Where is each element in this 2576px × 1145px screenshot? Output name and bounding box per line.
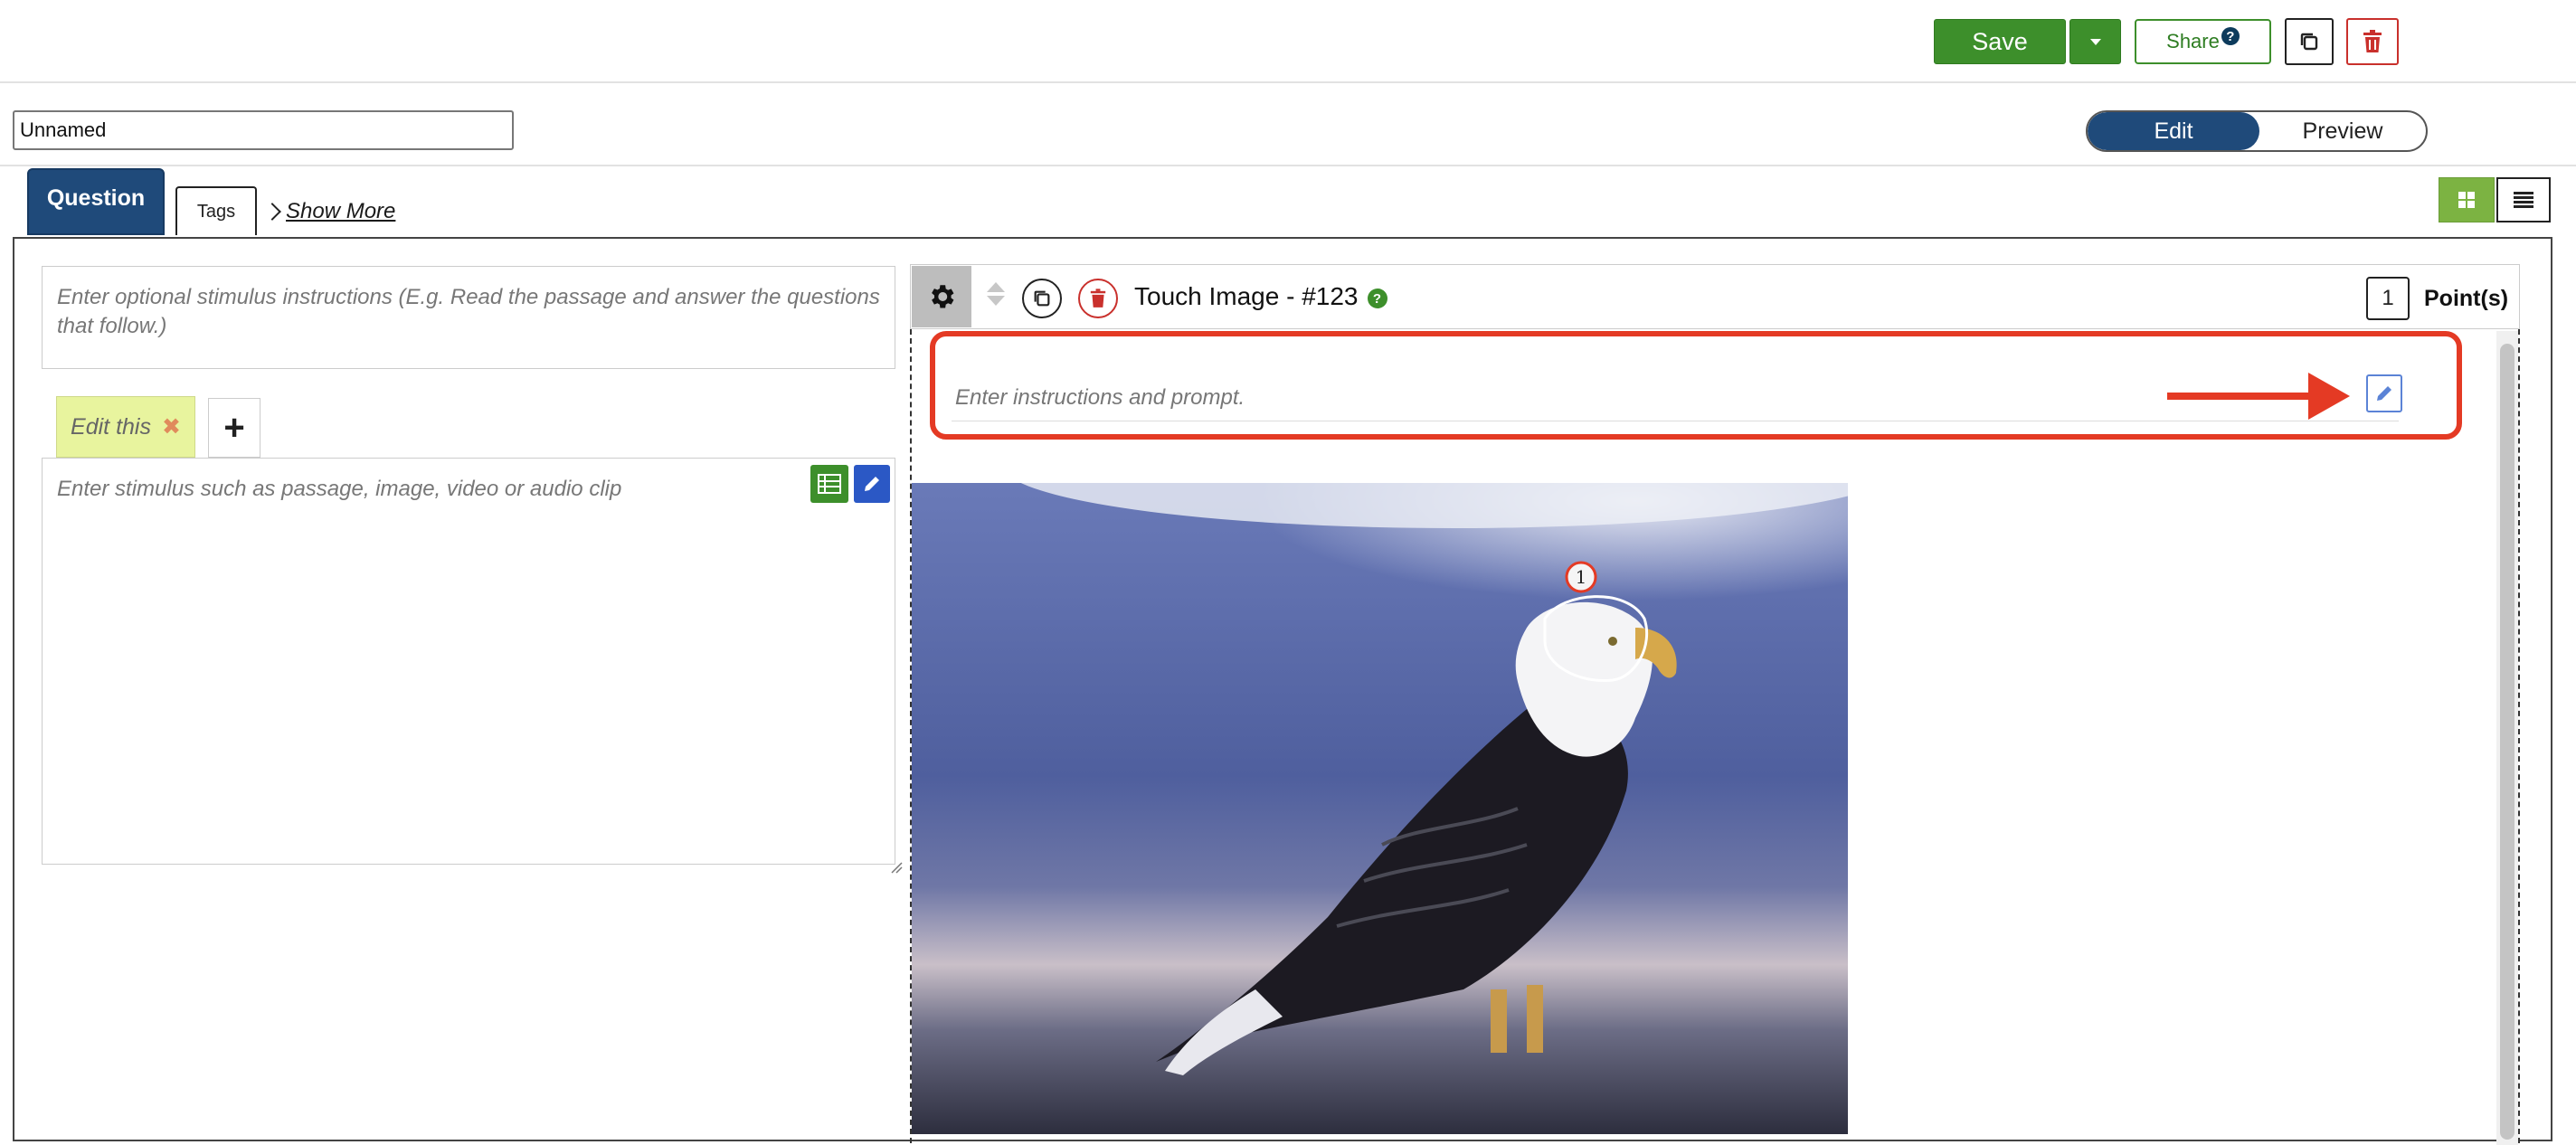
show-more-link[interactable]: Show More (263, 199, 396, 224)
grid-icon (2458, 192, 2475, 208)
duplicate-button[interactable] (2285, 18, 2334, 65)
chevron-right-icon (263, 203, 281, 221)
points-label: Point(s) (2424, 286, 2509, 311)
arrow-down-icon (987, 296, 1005, 306)
question-title-text: Touch Image - #123 (1134, 282, 1359, 310)
edit-mode-option[interactable]: Edit (2088, 112, 2259, 150)
copy-icon (2300, 33, 2318, 51)
trash-icon (1090, 289, 1106, 308)
share-label: Share (2166, 30, 2220, 52)
tab-question[interactable]: Question (27, 168, 165, 235)
tab-tags[interactable]: Tags (175, 186, 257, 235)
settings-button[interactable] (912, 266, 971, 327)
divider (0, 165, 2576, 166)
grid-view-button[interactable] (2439, 177, 2495, 222)
preview-mode-option[interactable]: Preview (2259, 112, 2426, 150)
annotation-arrow (2167, 393, 2312, 400)
points-input[interactable]: 1 (2366, 277, 2410, 320)
stimulus-content-area[interactable]: Enter stimulus such as passage, image, v… (42, 458, 895, 865)
annotation-arrow-head (2308, 373, 2350, 420)
close-icon[interactable]: ✖ (162, 413, 181, 440)
help-icon[interactable]: ? (1367, 289, 1387, 308)
pencil-icon (865, 477, 879, 491)
list-view-button[interactable] (2496, 177, 2551, 222)
item-name-input[interactable] (13, 110, 514, 150)
table-icon (818, 474, 841, 494)
help-icon: ? (2221, 27, 2240, 45)
annotation-highlight-box (930, 331, 2462, 440)
question-title: Touch Image - #123 ? (1134, 282, 1387, 311)
edit-preview-toggle[interactable]: Edit Preview (2086, 110, 2428, 152)
delete-button[interactable] (2346, 18, 2399, 65)
share-button[interactable]: Share ? (2135, 19, 2271, 64)
gear-icon (932, 285, 954, 308)
arrow-up-icon (987, 282, 1005, 292)
edit-prompt-button[interactable] (2366, 374, 2402, 412)
edit-stimulus-button[interactable] (854, 465, 890, 503)
stimulus-tab-label: Edit this (71, 413, 151, 440)
scrollbar-thumb[interactable] (2500, 344, 2514, 1140)
trash-icon (2363, 30, 2382, 52)
duplicate-question-button[interactable] (1022, 279, 1062, 318)
show-more-label: Show More (286, 199, 396, 223)
caret-down-icon (2089, 38, 2101, 45)
touch-image[interactable]: 1 (912, 483, 1848, 1134)
divider (0, 81, 2576, 83)
reorder-handle[interactable] (986, 282, 1006, 313)
stimulus-instructions-field[interactable]: Enter optional stimulus instructions (E.… (42, 266, 895, 369)
pencil-icon (2377, 386, 2391, 401)
stimulus-tab[interactable]: Edit this ✖ (56, 396, 195, 458)
copy-icon (1034, 290, 1050, 307)
save-button[interactable]: Save (1934, 19, 2066, 64)
save-dropdown-button[interactable] (2069, 19, 2121, 64)
table-insert-button[interactable] (810, 465, 848, 503)
hotspot-number: 1 (1576, 566, 1587, 588)
list-icon (2514, 192, 2533, 208)
resize-handle-icon[interactable] (890, 861, 903, 874)
add-stimulus-tab-button[interactable]: + (208, 398, 260, 458)
delete-question-button[interactable] (1078, 279, 1118, 318)
